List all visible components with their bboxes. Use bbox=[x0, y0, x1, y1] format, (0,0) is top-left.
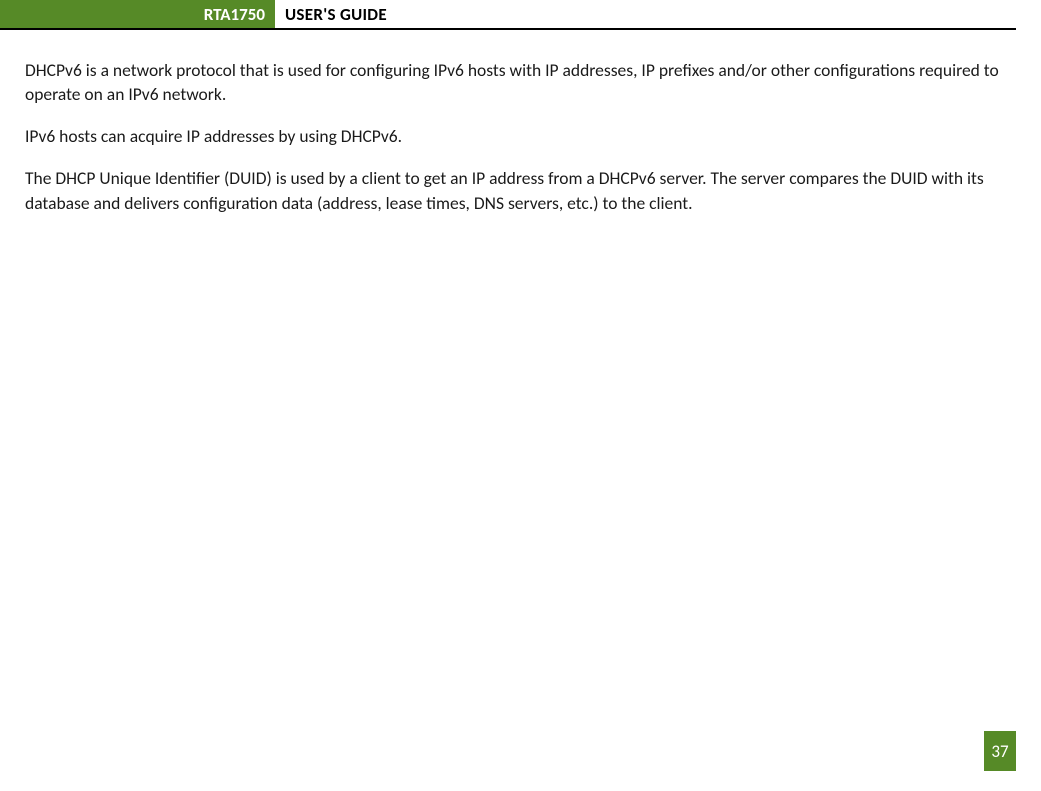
page-content: DHCPv6 is a network protocol that is use… bbox=[0, 30, 1041, 215]
page-number-badge: 37 bbox=[984, 731, 1016, 771]
product-model: RTA1750 bbox=[204, 4, 265, 25]
paragraph-1: DHCPv6 is a network protocol that is use… bbox=[25, 58, 1016, 106]
header-model-block: RTA1750 bbox=[0, 0, 275, 28]
page-number: 37 bbox=[991, 741, 1008, 762]
paragraph-3: The DHCP Unique Identifier (DUID) is use… bbox=[25, 166, 1016, 214]
page-header: RTA1750 USER'S GUIDE bbox=[0, 0, 1016, 30]
header-title: USER'S GUIDE bbox=[275, 0, 387, 28]
paragraph-2: IPv6 hosts can acquire IP addresses by u… bbox=[25, 124, 1016, 148]
